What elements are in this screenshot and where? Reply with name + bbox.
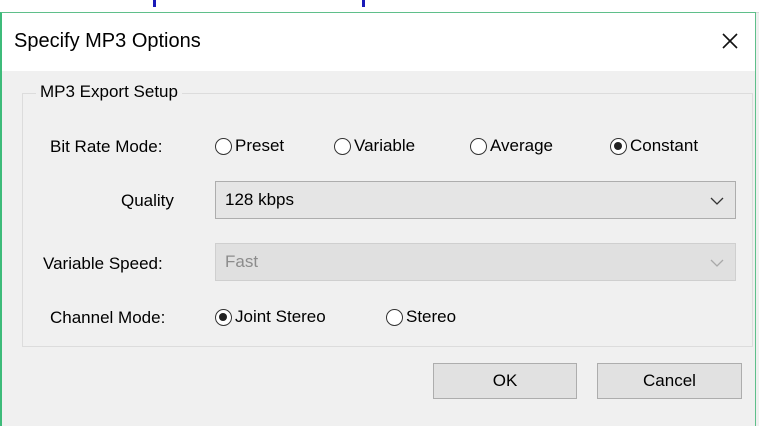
radio-circle [386,308,403,326]
background-marker [153,0,156,7]
chevron-down-icon [710,259,724,267]
quality-value: 128 kbps [225,190,294,209]
quality-select[interactable]: 128 kbps [215,181,736,219]
radio-label: Stereo [406,307,457,326]
variable-speed-label: Variable Speed: [43,254,163,273]
radio-joint-stereo[interactable]: Joint Stereo [215,307,326,327]
close-button[interactable] [715,26,745,56]
radio-preset[interactable]: Preset [215,136,284,156]
mp3-options-dialog: Specify MP3 Options MP3 Export Setup Bit… [0,12,756,426]
variable-speed-select[interactable]: Fast [215,243,736,281]
radio-circle-checked [610,137,627,155]
variable-speed-value: Fast [225,252,259,271]
radio-variable[interactable]: Variable [334,136,415,156]
channel-mode-label: Channel Mode: [50,308,166,327]
dialog-title: Specify MP3 Options [14,30,201,52]
radio-label: Average [490,136,554,155]
group-legend: MP3 Export Setup [36,82,182,102]
title-bar: Specify MP3 Options [2,13,755,71]
radio-label: Joint Stereo [235,307,326,326]
radio-average[interactable]: Average [470,136,553,156]
radio-constant[interactable]: Constant [610,136,698,156]
quality-label: Quality [121,191,174,210]
radio-label: Constant [630,136,699,155]
mp3-export-setup-group: MP3 Export Setup Bit Rate Mode: Preset V… [22,82,753,347]
radio-label: Variable [354,136,416,155]
close-icon [722,33,738,49]
ok-button[interactable]: OK [433,363,577,399]
radio-circle [215,137,232,155]
radio-circle-checked [215,308,232,326]
bit-rate-mode-label: Bit Rate Mode: [50,137,163,156]
background-marker [362,0,365,7]
radio-circle [470,137,487,155]
cancel-button[interactable]: Cancel [597,363,742,399]
chevron-down-icon [710,197,724,205]
radio-label: Preset [235,136,285,155]
radio-stereo[interactable]: Stereo [386,307,456,327]
radio-circle [334,137,351,155]
